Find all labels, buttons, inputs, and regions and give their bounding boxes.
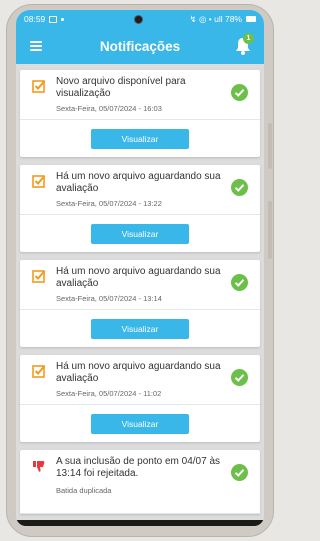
check-square-icon: [32, 80, 46, 93]
notification-count-badge: 1: [243, 33, 254, 44]
thumbs-down-icon: [33, 461, 45, 472]
view-button[interactable]: Visualizar: [91, 318, 189, 339]
camera-cutout: [134, 15, 143, 24]
notification-date: Sexta-Feira, 05/07/2024 - 13:14: [56, 294, 162, 303]
status-bar: 08:59 ↯ ◎ • ull 78%: [16, 10, 264, 28]
bell-icon[interactable]: 1: [234, 33, 254, 56]
notification-card: Há um novo arquivo aguardando sua avalia…: [20, 165, 260, 252]
check-square-icon: [32, 365, 46, 378]
check-circle-icon: [231, 274, 248, 291]
volume-button: [268, 123, 272, 169]
notification-date: Sexta-Feira, 05/07/2024 - 11:02: [56, 389, 162, 398]
notification-date: Sexta-Feira, 05/07/2024 - 13:22: [56, 199, 162, 208]
status-indicators: ↯ ◎ • ull 78%: [189, 13, 242, 24]
page-title: Notificações: [99, 38, 181, 54]
notification-card: A sua inclusão de ponto em 04/07 às 13:1…: [20, 450, 260, 514]
notification-title: Novo arquivo disponível para visualizaçã…: [56, 76, 186, 99]
notification-card: Há um novo arquivo aguardando sua avalia…: [20, 355, 260, 442]
notification-dot: [61, 17, 65, 21]
navigation-bar: [16, 520, 264, 526]
phone-screen: 08:59 ↯ ◎ • ull 78% Notificações 1 Novo …: [16, 10, 264, 526]
notification-title: A sua inclusão de ponto em 04/07 às 13:1…: [56, 456, 221, 479]
notification-card: Há um novo arquivo aguardando sua avalia…: [20, 260, 260, 347]
check-square-icon: [32, 270, 46, 283]
check-circle-icon: [231, 464, 248, 481]
check-circle-icon: [231, 179, 248, 196]
check-square-icon: [32, 175, 46, 188]
notification-icon: [49, 15, 58, 23]
notification-title: Há um novo arquivo aguardando sua avalia…: [56, 266, 221, 289]
menu-icon[interactable]: [30, 41, 42, 51]
check-circle-icon: [231, 84, 248, 101]
battery-icon: [246, 16, 256, 22]
view-button[interactable]: Visualizar: [91, 223, 189, 244]
notification-card: Novo arquivo disponível para visualizaçã…: [20, 70, 260, 157]
notification-list: Novo arquivo disponível para visualizaçã…: [16, 64, 264, 514]
check-circle-icon: [231, 369, 248, 386]
app-bar: Notificações 1: [16, 28, 264, 64]
power-button: [268, 201, 272, 259]
notification-title: Há um novo arquivo aguardando sua avalia…: [56, 171, 221, 194]
notification-date: Sexta-Feira, 05/07/2024 - 16:03: [56, 104, 162, 113]
view-button[interactable]: Visualizar: [91, 128, 189, 149]
status-time: 08:59: [24, 14, 46, 24]
view-button[interactable]: Visualizar: [91, 413, 189, 434]
rejection-note: Batida duplicada: [56, 486, 112, 495]
notification-title: Há um novo arquivo aguardando sua avalia…: [56, 361, 221, 384]
